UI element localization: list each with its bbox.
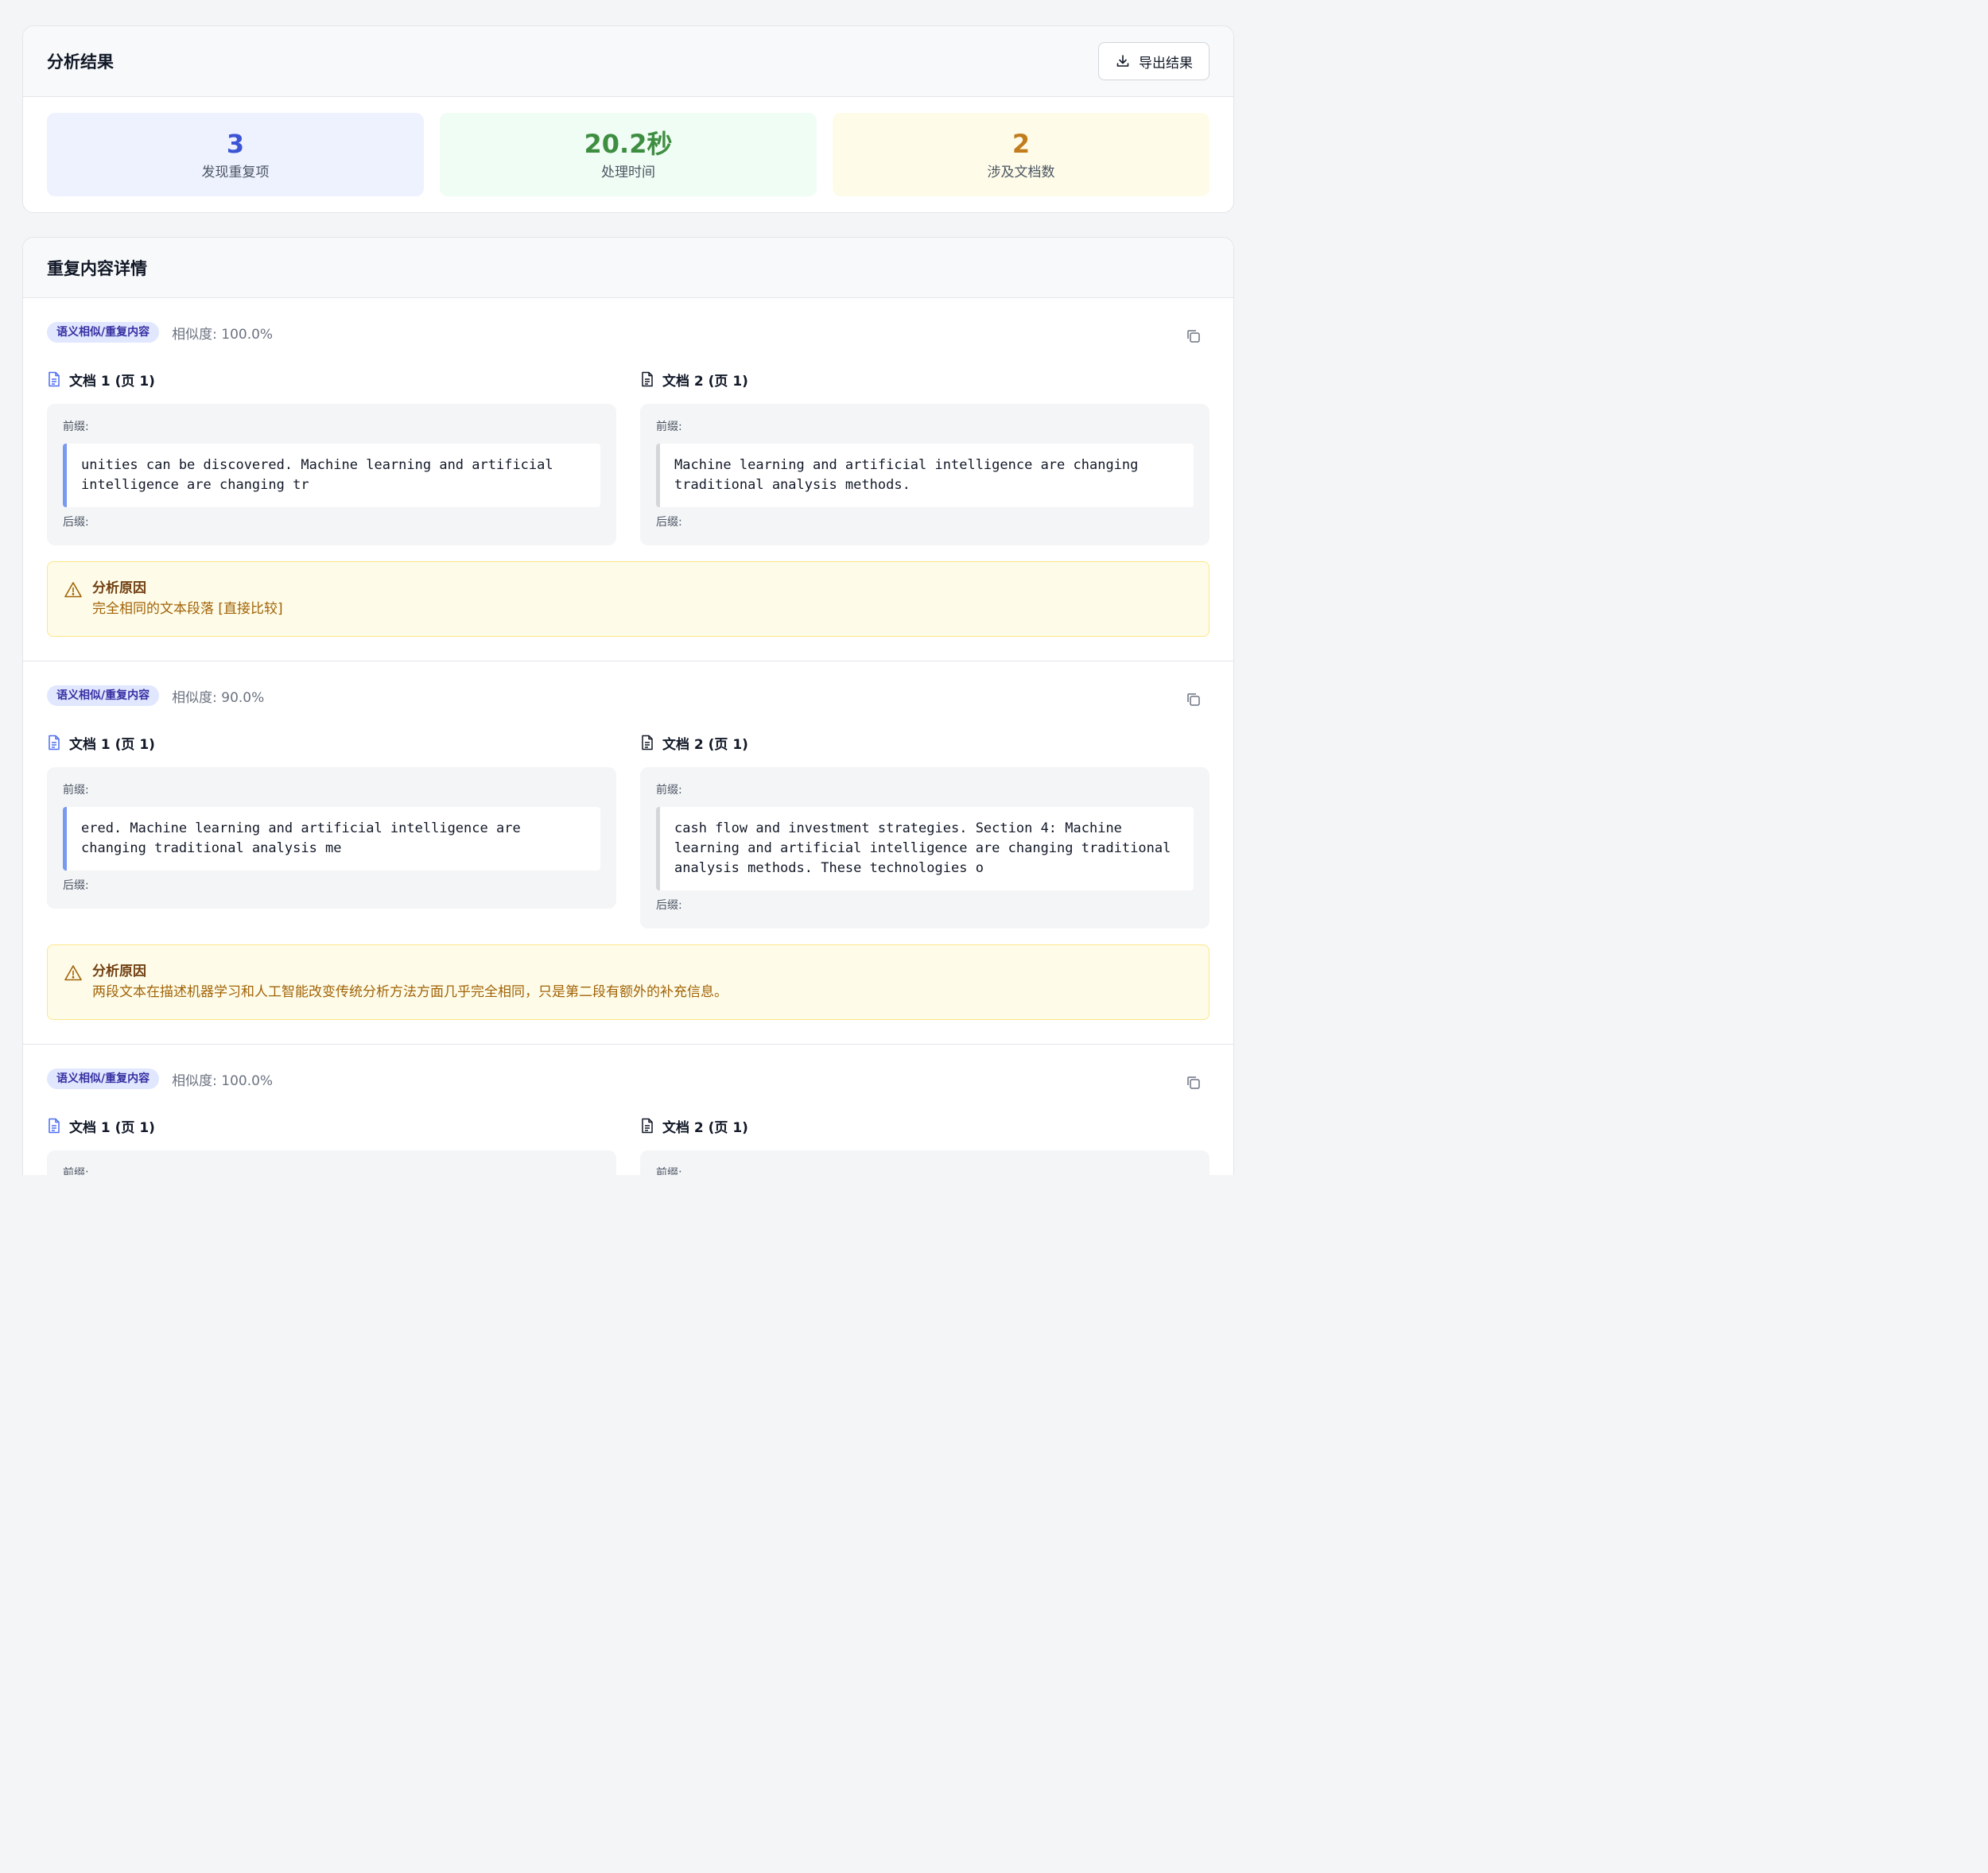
- doc2-content: 前缀: Machine learning and artificial inte…: [640, 404, 1209, 545]
- duplicate-item: 语义相似/重复内容 相似度: 100.0% 文档 1 (页 1) 前缀:: [23, 1045, 1233, 1175]
- details-card: 重复内容详情 语义相似/重复内容 相似度: 100.0% 文档 1 (页 1): [22, 237, 1234, 1175]
- item-header: 语义相似/重复内容 相似度: 100.0%: [47, 1068, 1209, 1089]
- reason-text: 两段文本在描述机器学习和人工智能改变传统分析方法方面几乎完全相同，只是第二段有额…: [92, 984, 728, 1000]
- doc-columns: 文档 1 (页 1) 前缀: ered. Machine learning an…: [47, 733, 1209, 929]
- document-icon: [49, 735, 60, 750]
- prefix-label: 前缀:: [656, 1167, 682, 1175]
- details-title: 重复内容详情: [47, 258, 147, 278]
- doc2-content: 前缀: cash flow and investment strategies.…: [640, 767, 1209, 929]
- matched-text: ered. Machine learning and artificial in…: [63, 807, 600, 871]
- summary-header: 分析结果 导出结果: [23, 26, 1233, 97]
- doc2-content: 前缀:: [640, 1150, 1209, 1175]
- doc1-title: 文档 1 (页 1): [69, 736, 155, 753]
- doc1-content: 前缀:: [47, 1150, 616, 1175]
- copy-icon[interactable]: [1186, 692, 1202, 708]
- details-header: 重复内容详情: [23, 238, 1233, 298]
- export-label: 导出结果: [1139, 55, 1193, 71]
- document-icon: [49, 1118, 60, 1134]
- type-badge: 语义相似/重复内容: [47, 322, 160, 343]
- doc-columns: 文档 1 (页 1) 前缀: 文档 2 (页 1) 前缀:: [47, 1116, 1209, 1175]
- prefix-label: 前缀:: [63, 784, 89, 797]
- doc1-column: 文档 1 (页 1) 前缀: ered. Machine learning an…: [47, 733, 616, 909]
- doc2-title: 文档 2 (页 1): [662, 373, 748, 390]
- reason-text: 完全相同的文本段落 [直接比较]: [92, 601, 283, 617]
- analysis-reason: 分析原因 两段文本在描述机器学习和人工智能改变传统分析方法方面几乎完全相同，只是…: [47, 944, 1209, 1020]
- document-icon: [642, 1118, 653, 1134]
- doc1-title: 文档 1 (页 1): [69, 1119, 155, 1136]
- doc1-content: 前缀: unities can be discovered. Machine l…: [47, 404, 616, 545]
- analysis-reason: 分析原因 完全相同的文本段落 [直接比较]: [47, 561, 1209, 637]
- suffix-label: 后缀:: [63, 879, 89, 892]
- stat-value: 20.2秒: [584, 129, 673, 159]
- similarity-score: 相似度: 90.0%: [172, 689, 265, 706]
- stat-value: 2: [1011, 129, 1031, 159]
- doc1-content: 前缀: ered. Machine learning and artificia…: [47, 767, 616, 909]
- suffix-label: 后缀:: [63, 516, 89, 529]
- doc2-title: 文档 2 (页 1): [662, 1119, 748, 1136]
- page: 分析结果 导出结果 3 发现重复项 20.2秒 处理时间 2 涉及文档数 重复内…: [0, 0, 1247, 1175]
- prefix-label: 前缀:: [656, 421, 682, 433]
- stat-label: 发现重复项: [201, 165, 270, 180]
- prefix-label: 前缀:: [656, 784, 682, 797]
- export-button[interactable]: 导出结果: [1098, 42, 1209, 80]
- matched-text: cash flow and investment strategies. Sec…: [656, 807, 1194, 890]
- stat-documents: 2 涉及文档数: [833, 113, 1209, 196]
- copy-icon[interactable]: [1186, 1075, 1202, 1091]
- type-badge: 语义相似/重复内容: [47, 685, 160, 706]
- stat-duplicates: 3 发现重复项: [47, 113, 424, 196]
- document-icon: [642, 371, 653, 387]
- suffix-label: 后缀:: [656, 516, 682, 529]
- warning-triangle-icon: [64, 965, 82, 981]
- download-icon: [1116, 55, 1129, 67]
- suffix-label: 后缀:: [656, 899, 682, 912]
- doc1-header: 文档 1 (页 1): [47, 733, 616, 753]
- summary-card: 分析结果 导出结果 3 发现重复项 20.2秒 处理时间 2 涉及文档数: [22, 25, 1234, 213]
- matched-text: Machine learning and artificial intellig…: [656, 444, 1194, 507]
- prefix-label: 前缀:: [63, 421, 89, 433]
- similarity-score: 相似度: 100.0%: [172, 326, 274, 343]
- document-icon: [642, 735, 653, 750]
- reason-title: 分析原因: [92, 964, 146, 979]
- doc1-column: 文档 1 (页 1) 前缀:: [47, 1116, 616, 1175]
- doc2-column: 文档 2 (页 1) 前缀: cash flow and investment …: [640, 733, 1209, 929]
- duplicate-item: 语义相似/重复内容 相似度: 100.0% 文档 1 (页 1) 前缀:: [23, 298, 1233, 661]
- item-header: 语义相似/重复内容 相似度: 90.0%: [47, 685, 1209, 706]
- stat-label: 涉及文档数: [987, 165, 1055, 180]
- stat-value: 3: [226, 129, 245, 159]
- stat-processing-time: 20.2秒 处理时间: [440, 113, 817, 196]
- stats-row: 3 发现重复项 20.2秒 处理时间 2 涉及文档数: [23, 97, 1233, 212]
- type-badge: 语义相似/重复内容: [47, 1068, 160, 1089]
- duplicate-item: 语义相似/重复内容 相似度: 90.0% 文档 1 (页 1) 前缀: ered…: [23, 661, 1233, 1045]
- item-header: 语义相似/重复内容 相似度: 100.0%: [47, 322, 1209, 343]
- doc2-column: 文档 2 (页 1) 前缀:: [640, 1116, 1209, 1175]
- doc1-column: 文档 1 (页 1) 前缀: unities can be discovered…: [47, 370, 616, 545]
- matched-text: unities can be discovered. Machine learn…: [63, 444, 600, 507]
- summary-title: 分析结果: [47, 52, 114, 72]
- reason-title: 分析原因: [92, 580, 146, 596]
- warning-triangle-icon: [64, 582, 82, 598]
- doc2-column: 文档 2 (页 1) 前缀: Machine learning and arti…: [640, 370, 1209, 545]
- document-icon: [49, 371, 60, 387]
- copy-icon[interactable]: [1186, 328, 1202, 344]
- doc2-header: 文档 2 (页 1): [640, 733, 1209, 753]
- doc1-header: 文档 1 (页 1): [47, 370, 616, 390]
- doc1-header: 文档 1 (页 1): [47, 1116, 616, 1136]
- similarity-score: 相似度: 100.0%: [172, 1072, 274, 1089]
- doc2-header: 文档 2 (页 1): [640, 1116, 1209, 1136]
- doc2-header: 文档 2 (页 1): [640, 370, 1209, 390]
- doc-columns: 文档 1 (页 1) 前缀: unities can be discovered…: [47, 370, 1209, 545]
- prefix-label: 前缀:: [63, 1167, 89, 1175]
- doc2-title: 文档 2 (页 1): [662, 736, 748, 753]
- stat-label: 处理时间: [601, 165, 655, 180]
- doc1-title: 文档 1 (页 1): [69, 373, 155, 390]
